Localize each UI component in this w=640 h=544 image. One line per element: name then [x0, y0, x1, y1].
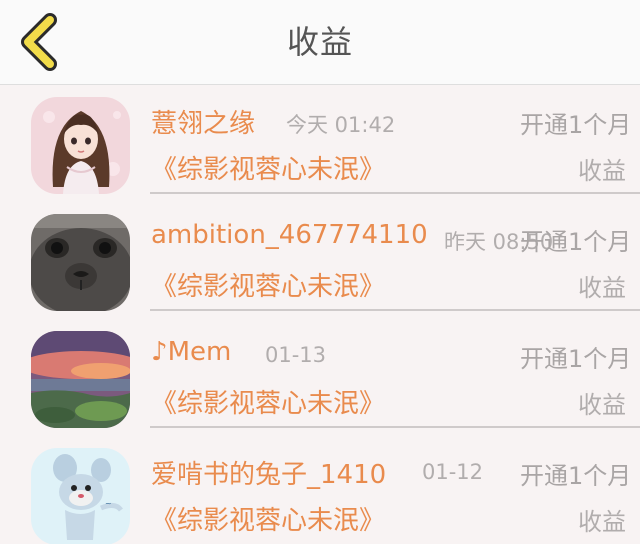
cartoon-mouse-avatar: ~: [31, 448, 130, 544]
income-list: 薏翎之缘 今天 01:42 开通1个月 《综影视蓉心未泯》 收益 ambitio…: [0, 85, 640, 544]
row-divider: [150, 192, 640, 194]
avatar[interactable]: [31, 331, 130, 428]
page-title: 收益: [286, 23, 353, 61]
timestamp: 今天 01:42: [286, 113, 396, 137]
sunset-landscape-avatar: [31, 331, 130, 428]
action-label: 开通1个月: [520, 462, 632, 490]
row-divider: [150, 309, 640, 311]
income-record-row[interactable]: ♪Mem 01-13 开通1个月 《综影视蓉心未泯》 收益: [0, 319, 640, 436]
nickname: 爱啃书的兔子_1410: [151, 460, 387, 490]
svg-text:~: ~: [105, 499, 112, 508]
top-bar: 收益: [0, 0, 640, 85]
anime-girl-avatar: [31, 97, 130, 194]
book-title: 《综影视蓉心未泯》: [151, 506, 386, 536]
action-label: 开通1个月: [520, 228, 632, 256]
timestamp: 01-12: [422, 460, 484, 484]
action-label: 开通1个月: [520, 111, 632, 139]
income-screen: 收益 薏翎之缘 今天 01:42 开通1个月 《综影视蓉心未泯》 收益 ambi…: [0, 0, 640, 544]
income-record-row[interactable]: ~ 爱啃书的兔子_1410 01-12 开通1个月 《综影视蓉心未泯》 收益: [0, 436, 640, 544]
income-record-row[interactable]: 薏翎之缘 今天 01:42 开通1个月 《综影视蓉心未泯》 收益: [0, 85, 640, 202]
avatar[interactable]: [31, 97, 130, 194]
avatar[interactable]: ~: [31, 448, 130, 544]
book-title: 《综影视蓉心未泯》: [151, 272, 386, 302]
nickname: 薏翎之缘: [151, 109, 256, 139]
income-label: 收益: [578, 391, 626, 419]
row-divider: [150, 426, 640, 428]
income-label: 收益: [578, 157, 626, 185]
income-label: 收益: [578, 508, 626, 536]
action-label: 开通1个月: [520, 345, 632, 373]
avatar[interactable]: [31, 214, 130, 311]
book-title: 《综影视蓉心未泯》: [151, 155, 386, 185]
cat-avatar: [31, 214, 130, 311]
nickname: ambition_467774110: [151, 220, 428, 250]
nickname: ♪Mem: [151, 337, 232, 367]
book-title: 《综影视蓉心未泯》: [151, 389, 386, 419]
income-label: 收益: [578, 274, 626, 302]
income-record-row[interactable]: ambition_467774110 昨天 08:50 开通1个月 《综影视蓉心…: [0, 202, 640, 319]
timestamp: 01-13: [265, 343, 327, 367]
